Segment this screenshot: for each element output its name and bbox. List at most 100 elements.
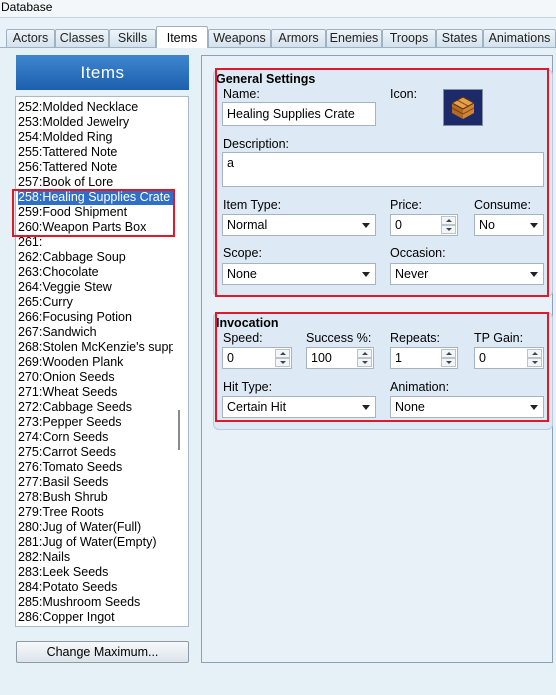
list-item[interactable]: 271:Wheat Seeds (18, 385, 173, 400)
spin-down-icon[interactable] (357, 358, 372, 367)
hit-type-select[interactable]: Certain Hit (222, 396, 376, 418)
list-item[interactable]: 283:Leek Seeds (18, 565, 173, 580)
items-list[interactable]: 252:Molded Necklace 253:Molded Jewelry 254… (15, 96, 189, 627)
description-input[interactable]: a (222, 152, 544, 187)
list-item[interactable]: 265:Curry (18, 295, 173, 310)
speed-stepper[interactable]: 0 (222, 347, 292, 369)
spin-up-icon[interactable] (441, 349, 456, 358)
repeats-stepper[interactable]: 1 (390, 347, 458, 369)
list-item[interactable]: 263:Chocolate (18, 265, 173, 280)
tab-enemies[interactable]: Enemies (326, 29, 382, 47)
scope-label: Scope: (223, 246, 262, 260)
spin-up-icon[interactable] (441, 216, 456, 225)
list-item-selected[interactable]: 258:Healing Supplies Crate (18, 190, 173, 205)
crate-icon (450, 96, 476, 119)
spin-down-icon[interactable] (441, 225, 456, 234)
list-item[interactable]: 256:Tattered Note (18, 160, 173, 175)
tab-skills[interactable]: Skills (109, 29, 156, 47)
icon-label: Icon: (390, 87, 418, 101)
list-item[interactable]: 259:Food Shipment (18, 205, 173, 220)
tab-classes[interactable]: Classes (55, 29, 109, 47)
list-item[interactable]: 266:Focusing Potion (18, 310, 173, 325)
name-input[interactable]: Healing Supplies Crate (222, 102, 376, 126)
consume-select[interactable]: No (474, 214, 544, 236)
chevron-down-icon (530, 272, 538, 277)
list-item[interactable]: 252:Molded Necklace (18, 100, 173, 115)
list-item[interactable]: 277:Basil Seeds (18, 475, 173, 490)
spin-down-icon[interactable] (527, 358, 542, 367)
chevron-down-icon (362, 405, 370, 410)
success-value: 100 (311, 351, 332, 365)
list-item[interactable]: 255:Tattered Note (18, 145, 173, 160)
tp-gain-stepper[interactable]: 0 (474, 347, 544, 369)
items-header: Items (16, 55, 189, 90)
list-item[interactable]: 267:Sandwich (18, 325, 173, 340)
item-type-label: Item Type: (223, 198, 282, 212)
invocation-title: Invocation (216, 316, 279, 330)
spin-up-icon[interactable] (275, 349, 290, 358)
speed-label: Speed: (223, 331, 263, 345)
list-item[interactable]: 272:Cabbage Seeds (18, 400, 173, 415)
repeats-label: Repeats: (390, 331, 441, 345)
list-item[interactable]: 279:Tree Roots (18, 505, 173, 520)
list-item[interactable]: 285:Mushroom Seeds (18, 595, 173, 610)
list-item[interactable]: 254:Molded Ring (18, 130, 173, 145)
hit-type-label: Hit Type: (223, 380, 273, 394)
price-stepper[interactable]: 0 (390, 214, 458, 236)
list-item[interactable]: 280:Jug of Water(Full) (18, 520, 173, 535)
list-item[interactable]: 260:Weapon Parts Box (18, 220, 173, 235)
chevron-down-icon (362, 272, 370, 277)
spin-down-icon[interactable] (275, 358, 290, 367)
list-item[interactable]: 278:Bush Shrub (18, 490, 173, 505)
occasion-label: Occasion: (390, 246, 446, 260)
list-item[interactable]: 274:Corn Seeds (18, 430, 173, 445)
chevron-down-icon (530, 223, 538, 228)
tab-animations[interactable]: Animations (483, 29, 556, 47)
change-maximum-button[interactable]: Change Maximum... (16, 641, 189, 663)
list-scrollbar-thumb[interactable] (178, 410, 180, 450)
scope-value: None (227, 267, 257, 281)
item-type-select[interactable]: Normal (222, 214, 376, 236)
list-item[interactable]: 284:Potato Seeds (18, 580, 173, 595)
repeats-value: 1 (395, 351, 402, 365)
item-icon-picker[interactable] (443, 89, 483, 126)
list-item[interactable]: 257:Book of Lore (18, 175, 173, 190)
item-type-value: Normal (227, 218, 268, 232)
list-item[interactable]: 261: (18, 235, 173, 250)
occasion-value: Never (395, 267, 429, 281)
list-item[interactable]: 282:Nails (18, 550, 173, 565)
scope-select[interactable]: None (222, 263, 376, 285)
occasion-select[interactable]: Never (390, 263, 544, 285)
tab-bar: Actors Classes Skills Items Weapons Armo… (0, 26, 556, 48)
hit-type-value: Certain Hit (227, 400, 287, 414)
list-item[interactable]: 276:Tomato Seeds (18, 460, 173, 475)
list-item[interactable]: 273:Pepper Seeds (18, 415, 173, 430)
chevron-down-icon (530, 405, 538, 410)
list-item[interactable]: 281:Jug of Water(Empty) (18, 535, 173, 550)
consume-label: Consume: (474, 198, 531, 212)
spin-up-icon[interactable] (527, 349, 542, 358)
animation-select[interactable]: None (390, 396, 544, 418)
title-separator (0, 17, 556, 18)
tab-armors[interactable]: Armors (271, 29, 326, 47)
list-item[interactable]: 275:Carrot Seeds (18, 445, 173, 460)
spin-down-icon[interactable] (441, 358, 456, 367)
list-item[interactable]: 270:Onion Seeds (18, 370, 173, 385)
tab-troops[interactable]: Troops (382, 29, 436, 47)
window-title: Database (0, 0, 556, 17)
list-item[interactable]: 286:Copper Ingot (18, 610, 173, 625)
tab-items[interactable]: Items (156, 26, 208, 48)
list-item[interactable]: 253:Molded Jewelry (18, 115, 173, 130)
tab-actors[interactable]: Actors (6, 29, 55, 47)
price-label: Price: (390, 198, 422, 212)
tab-weapons[interactable]: Weapons (208, 29, 271, 47)
success-label: Success %: (306, 331, 372, 345)
list-item[interactable]: 262:Cabbage Soup (18, 250, 173, 265)
list-item[interactable]: 268:Stolen McKenzie's supplies (18, 340, 173, 355)
list-item[interactable]: 269:Wooden Plank (18, 355, 173, 370)
description-label: Description: (223, 137, 289, 151)
spin-up-icon[interactable] (357, 349, 372, 358)
list-item[interactable]: 264:Veggie Stew (18, 280, 173, 295)
success-stepper[interactable]: 100 (306, 347, 374, 369)
tab-states[interactable]: States (436, 29, 483, 47)
